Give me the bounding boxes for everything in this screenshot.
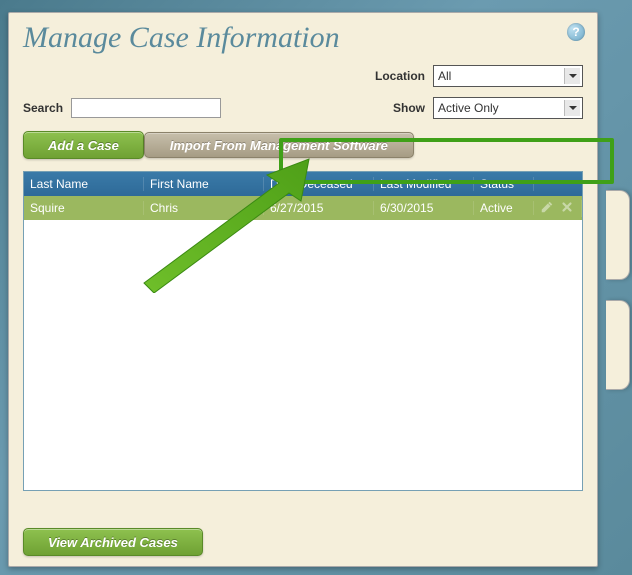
show-value: Active Only (438, 101, 499, 115)
help-icon[interactable]: ? (567, 23, 585, 41)
col-last-modified[interactable]: Last Modified (374, 177, 474, 191)
cell-date-deceased: 6/27/2015 (264, 201, 374, 215)
edit-icon[interactable] (540, 200, 554, 217)
show-label: Show (393, 101, 425, 115)
show-select[interactable]: Active Only (433, 97, 583, 119)
cell-last-name: Squire (24, 201, 144, 215)
import-button[interactable]: Import From Management Software (144, 132, 414, 158)
side-tab-2[interactable] (606, 300, 630, 390)
col-last-name[interactable]: Last Name (24, 177, 144, 191)
add-case-label: Add a Case (48, 138, 119, 153)
footer: View Archived Cases (23, 528, 203, 556)
import-label: Import From Management Software (170, 138, 388, 153)
table-row[interactable]: Squire Chris 6/27/2015 6/30/2015 Active (24, 196, 582, 220)
row-search-show: Search Show Active Only (23, 95, 583, 121)
cell-status: Active (474, 201, 534, 215)
search-input[interactable] (71, 98, 221, 118)
side-tab-1[interactable] (606, 190, 630, 280)
view-archived-label: View Archived Cases (48, 535, 178, 550)
delete-icon[interactable] (560, 200, 574, 217)
col-first-name[interactable]: First Name (144, 177, 264, 191)
add-case-button[interactable]: Add a Case (23, 131, 144, 159)
location-select[interactable]: All (433, 65, 583, 87)
chevron-down-icon (564, 68, 580, 84)
search-label: Search (23, 101, 63, 115)
cases-table: Last Name First Name Date Deceased Last … (23, 171, 583, 491)
col-date-deceased[interactable]: Date Deceased (264, 177, 374, 191)
table-body: Squire Chris 6/27/2015 6/30/2015 Active (24, 196, 582, 220)
row-actions: Add a Case Import From Management Softwa… (23, 129, 583, 161)
location-value: All (438, 69, 451, 83)
location-label: Location (375, 69, 425, 83)
page-title: Manage Case Information (23, 21, 583, 55)
table-header: Last Name First Name Date Deceased Last … (24, 172, 582, 196)
view-archived-button[interactable]: View Archived Cases (23, 528, 203, 556)
cell-last-modified: 6/30/2015 (374, 201, 474, 215)
cell-actions (534, 200, 582, 217)
panel-manage-case-info: ? Manage Case Information Location All S… (8, 12, 598, 567)
chevron-down-icon (564, 100, 580, 116)
col-status[interactable]: Status (474, 177, 534, 191)
cell-first-name: Chris (144, 201, 264, 215)
row-location: Location All (23, 63, 583, 89)
